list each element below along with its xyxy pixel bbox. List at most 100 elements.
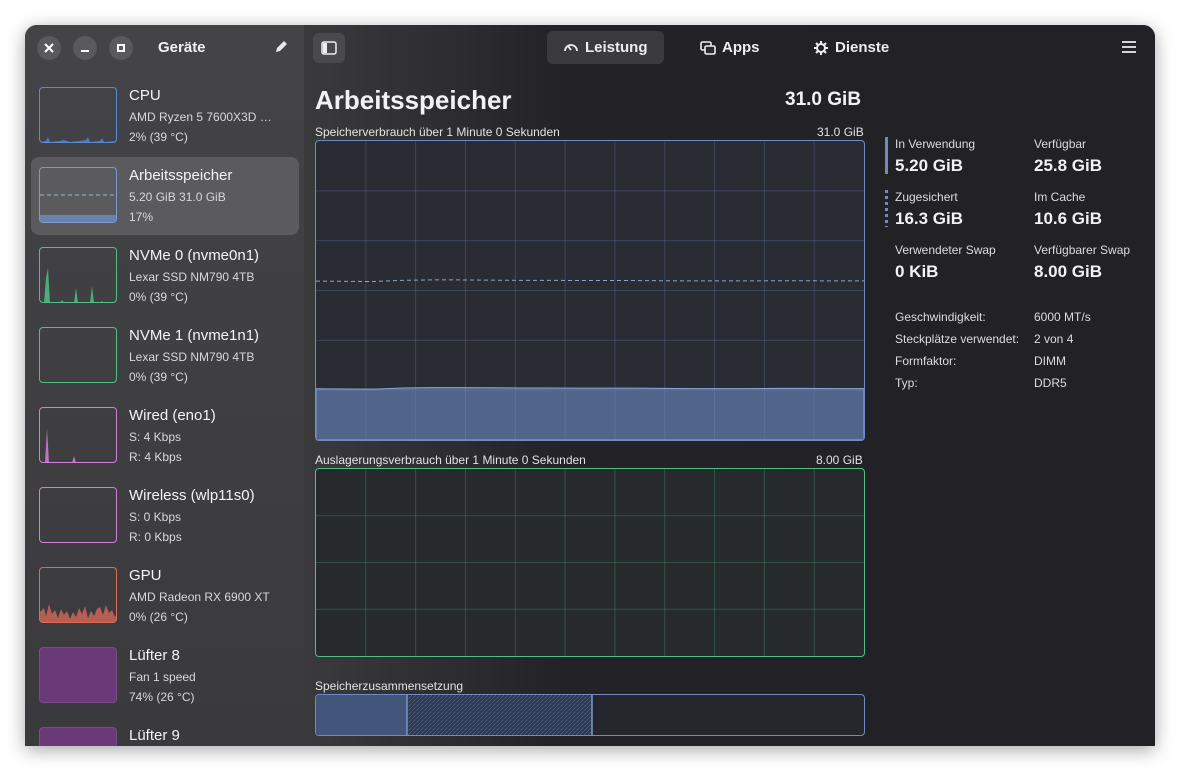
device-detail: S: 0 Kbps [129, 510, 182, 524]
device-usage: 0% (39 °C) [129, 370, 188, 384]
total-memory: 31.0 GiB [785, 89, 862, 110]
stat-value: 25.8 GiB [1034, 156, 1103, 175]
device-item-wired[interactable]: Wired (eno1) S: 4 Kbps R: 4 Kbps [31, 397, 299, 475]
device-item-memory[interactable]: Arbeitsspeicher 5.20 GiB 31.0 GiB 17% [31, 157, 299, 235]
page-title: Arbeitsspeicher [315, 85, 512, 115]
tab-apps[interactable]: Apps [684, 31, 776, 64]
stat-committed: Zugesichert 16.3 GiB [895, 190, 963, 229]
gear-icon [814, 40, 828, 55]
sidebar-header: Geräte [25, 25, 304, 71]
nvme0-thumbnail-graph [39, 247, 117, 303]
device-usage: 0% (39 °C) [129, 290, 188, 304]
memory-graph-max: 31.0 GiB [817, 125, 864, 139]
cpu-thumbnail-graph [39, 87, 117, 143]
info-label: Steckplätze verwendet: [895, 332, 1020, 346]
stat-label: Zugesichert [895, 190, 958, 204]
app-window: Geräte CPU AMD Ryzen 5 7600X3D … 2% (39 … [25, 25, 1155, 746]
swap-graph-caption: Auslagerungsverbrauch über 1 Minute 0 Se… [315, 453, 586, 467]
minimize-button[interactable] [73, 36, 97, 60]
device-detail: AMD Ryzen 5 7600X3D … [129, 110, 272, 124]
tab-leistung[interactable]: Leistung [547, 31, 664, 64]
in-use-marker [885, 137, 888, 174]
device-item-fan8[interactable]: Lüfter 8 Fan 1 speed 74% (26 °C) [31, 637, 299, 715]
stat-in-use: In Verwendung 5.20 GiB [895, 137, 975, 176]
device-item-gpu[interactable]: GPU AMD Radeon RX 6900 XT 0% (26 °C) [31, 557, 299, 635]
committed-marker [885, 190, 888, 227]
hamburger-icon [1122, 41, 1136, 53]
sidebar-title: Geräte [158, 39, 206, 56]
maximize-button[interactable] [109, 36, 133, 60]
swap-graph-max: 8.00 GiB [816, 453, 863, 467]
memory-composition-bar [315, 694, 865, 736]
device-name: Lüfter 8 [129, 647, 180, 664]
tab-dienste[interactable]: Dienste [797, 31, 905, 64]
sidebar-icon [321, 41, 337, 55]
device-item-cpu[interactable]: CPU AMD Ryzen 5 7600X3D … 2% (39 °C) [31, 77, 299, 155]
sidebar: Geräte CPU AMD Ryzen 5 7600X3D … 2% (39 … [25, 25, 304, 746]
device-detail: Lexar SSD NM790 4TB [129, 270, 255, 284]
fan8-thumbnail-graph [39, 647, 117, 703]
graph-grid [316, 469, 864, 656]
device-detail: Fan 1 speed [129, 670, 196, 684]
wired-thumbnail-graph [39, 407, 117, 463]
tab-label: Leistung [585, 39, 648, 56]
stat-cache: Im Cache 10.6 GiB [1034, 190, 1102, 229]
info-label: Geschwindigkeit: [895, 310, 986, 324]
memory-graph-caption: Speicherverbrauch über 1 Minute 0 Sekund… [315, 125, 560, 139]
memory-usage-plot [316, 141, 864, 440]
stat-value: 16.3 GiB [895, 209, 964, 228]
wireless-thumbnail-graph [39, 487, 117, 543]
device-item-nvme1[interactable]: NVMe 1 (nvme1n1) Lexar SSD NM790 4TB 0% … [31, 317, 299, 395]
stat-value: 10.6 GiB [1034, 209, 1103, 228]
device-usage: R: 0 Kbps [129, 530, 182, 544]
nvme1-thumbnail-graph [39, 327, 117, 383]
device-usage: 0% (26 °C) [129, 610, 188, 624]
minimize-icon [81, 50, 89, 52]
stat-label: In Verwendung [895, 137, 976, 151]
info-value: 2 von 4 [1034, 332, 1074, 346]
tab-label: Apps [722, 39, 760, 56]
stat-label: Verfügbar [1034, 137, 1087, 151]
close-icon [44, 43, 54, 53]
device-name: GPU [129, 567, 162, 584]
close-button[interactable] [37, 36, 61, 60]
edit-button[interactable] [273, 39, 289, 60]
stat-value: 5.20 GiB [895, 156, 964, 175]
device-name: NVMe 0 (nvme0n1) [129, 247, 260, 264]
gauge-icon [564, 43, 578, 51]
tab-label: Dienste [835, 39, 890, 56]
committed-line [316, 279, 864, 283]
device-usage: 17% [129, 210, 154, 224]
device-item-nvme0[interactable]: NVMe 0 (nvme0n1) Lexar SSD NM790 4TB 0% … [31, 237, 299, 315]
device-name: Wireless (wlp11s0) [129, 487, 255, 504]
device-name: Arbeitsspeicher [129, 167, 233, 184]
device-detail: S: 4 Kbps [129, 430, 182, 444]
device-item-fan9[interactable]: Lüfter 9 [31, 717, 299, 746]
main-content: Leistung Apps Dienste Arbeitsspeicher 31… [304, 25, 1155, 746]
maximize-icon [117, 44, 125, 52]
info-value: DDR5 [1034, 376, 1067, 390]
swap-usage-graph [315, 468, 865, 657]
sidebar-toggle-button[interactable] [313, 33, 345, 63]
device-item-wireless[interactable]: Wireless (wlp11s0) S: 0 Kbps R: 0 Kbps [31, 477, 299, 555]
device-name: Lüfter 9 [129, 727, 180, 744]
composition-plot [316, 695, 593, 735]
header-bar: Leistung Apps Dienste [304, 25, 1155, 71]
stat-label: Verfügbarer Swap [1034, 243, 1131, 257]
in-use-segment [316, 695, 407, 735]
device-name: NVMe 1 (nvme1n1) [129, 327, 260, 344]
device-detail: 5.20 GiB 31.0 GiB [129, 190, 226, 204]
device-list: CPU AMD Ryzen 5 7600X3D … 2% (39 °C) Arb… [31, 77, 299, 746]
main-menu-button[interactable] [1122, 40, 1136, 58]
gpu-thumbnail-graph [39, 567, 117, 623]
info-value: 6000 MT/s [1034, 310, 1091, 324]
used-area [316, 387, 864, 440]
device-usage: 2% (39 °C) [129, 130, 188, 144]
swap-usage-plot [316, 469, 864, 656]
device-name: CPU [129, 87, 161, 104]
stat-label: Im Cache [1034, 190, 1086, 204]
device-detail: AMD Radeon RX 6900 XT [129, 590, 270, 604]
stat-value: 8.00 GiB [1034, 262, 1103, 281]
stat-label: Verwendeter Swap [895, 243, 996, 257]
pencil-icon [276, 41, 287, 52]
